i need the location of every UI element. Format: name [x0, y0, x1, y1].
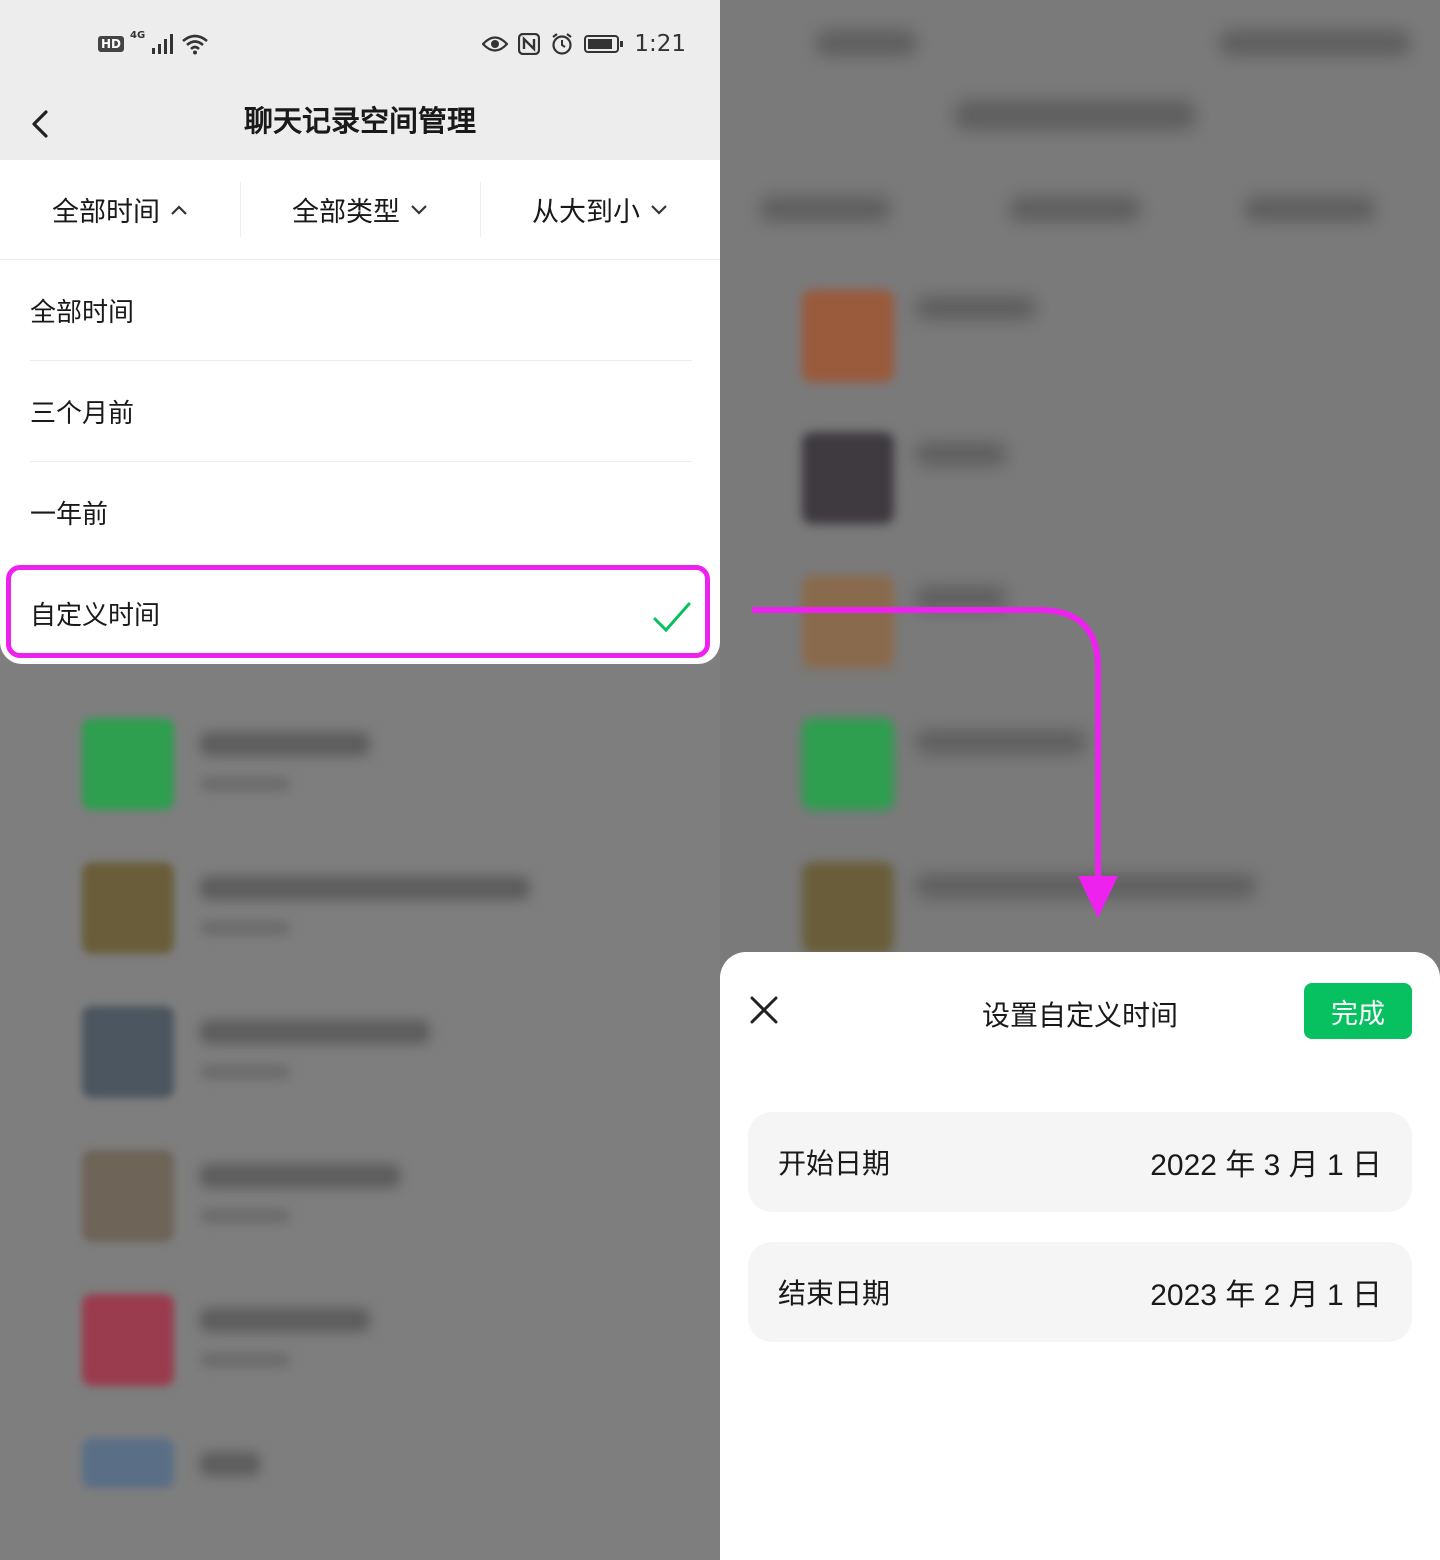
blurred-filter — [760, 196, 890, 222]
placeholder-text — [200, 1208, 290, 1224]
chevron-down-icon — [411, 204, 427, 215]
signal-icon — [152, 34, 174, 54]
right-phone-screen: 设置自定义时间 完成 开始日期 2022 年 3 月 1 日 结束日期 2023… — [720, 0, 1440, 1560]
filter-sort-label: 从大到小 — [532, 197, 640, 228]
left-phone-screen: HD 4G 1:21 聊天记录空间管理 全部时间 全部类型 从大到小 全部时间 … — [0, 0, 720, 1560]
end-date-value: 2023 年 2 月 1 日 — [1150, 1279, 1382, 1312]
option-label: 一年前 — [30, 500, 109, 530]
option-all-time[interactable]: 全部时间 — [30, 260, 692, 361]
option-label: 三个月前 — [30, 398, 135, 429]
done-button[interactable]: 完成 — [1304, 983, 1412, 1039]
blurred-text — [916, 730, 1086, 754]
blurred-thumbnail — [802, 718, 894, 810]
blurred-thumbnail — [802, 576, 894, 668]
filter-type-label: 全部类型 — [292, 197, 400, 228]
placeholder-text — [200, 876, 530, 900]
placeholder-text — [200, 732, 370, 756]
hd-icon: HD — [98, 36, 125, 52]
blurred-title — [955, 100, 1195, 130]
custom-time-bottom-sheet: 设置自定义时间 完成 开始日期 2022 年 3 月 1 日 结束日期 2023… — [720, 952, 1440, 1560]
start-date-row[interactable]: 开始日期 2022 年 3 月 1 日 — [748, 1112, 1412, 1212]
blurred-thumbnail — [802, 432, 894, 524]
clock-time: 1:21 — [634, 31, 686, 57]
page-title: 聊天记录空间管理 — [243, 104, 476, 138]
option-label: 全部时间 — [30, 297, 135, 328]
nfc-icon — [518, 33, 541, 55]
option-three-months[interactable]: 三个月前 — [30, 361, 692, 462]
network-type: 4G — [130, 30, 146, 41]
blurred-status — [1220, 30, 1410, 56]
blurred-chat-list — [0, 664, 720, 1560]
filter-sort[interactable]: 从大到小 — [480, 160, 720, 259]
checkmark-icon — [653, 602, 691, 633]
eye-icon — [482, 36, 509, 52]
chevron-up-icon — [171, 204, 187, 215]
wifi-icon — [182, 34, 209, 55]
status-left: HD 4G — [98, 30, 209, 58]
app-bar: 聊天记录空间管理 — [0, 88, 720, 160]
start-date-label: 开始日期 — [778, 1147, 891, 1180]
placeholder-text — [200, 1164, 400, 1188]
placeholder-text — [200, 1020, 430, 1044]
thumbnail — [82, 1150, 174, 1242]
placeholder-text — [200, 1452, 260, 1476]
filter-time-label: 全部时间 — [52, 197, 160, 228]
chevron-down-icon — [651, 204, 667, 215]
thumbnail — [82, 718, 174, 810]
thumbnail — [82, 1006, 174, 1098]
blurred-filter — [1245, 196, 1375, 222]
blurred-text — [916, 296, 1036, 320]
selection-highlight-box — [6, 565, 710, 658]
thumbnail — [82, 1438, 174, 1488]
thumbnail — [82, 862, 174, 954]
placeholder-text — [200, 920, 290, 936]
blurred-filter — [1010, 196, 1140, 222]
placeholder-text — [200, 1308, 370, 1332]
end-date-label: 结束日期 — [778, 1277, 891, 1310]
end-date-row[interactable]: 结束日期 2023 年 2 月 1 日 — [748, 1242, 1412, 1342]
option-one-year[interactable]: 一年前 — [30, 462, 692, 563]
blurred-thumbnail — [802, 290, 894, 382]
thumbnail — [82, 1294, 174, 1386]
blurred-thumbnail — [802, 862, 894, 954]
status-bar: HD 4G 1:21 — [0, 0, 720, 88]
placeholder-text — [200, 1352, 290, 1368]
status-right: 1:21 — [482, 28, 686, 60]
blurred-text — [916, 586, 1006, 610]
blurred-text — [916, 874, 1256, 898]
filter-bar: 全部时间 全部类型 从大到小 — [0, 160, 720, 260]
alarm-icon — [552, 33, 573, 55]
filter-type[interactable]: 全部类型 — [240, 160, 480, 259]
filter-time[interactable]: 全部时间 — [0, 160, 240, 259]
blurred-status — [816, 30, 916, 56]
placeholder-text — [200, 1064, 290, 1080]
battery-icon — [584, 35, 624, 53]
blurred-text — [916, 442, 1006, 466]
placeholder-text — [200, 776, 290, 792]
start-date-value: 2022 年 3 月 1 日 — [1150, 1149, 1382, 1182]
